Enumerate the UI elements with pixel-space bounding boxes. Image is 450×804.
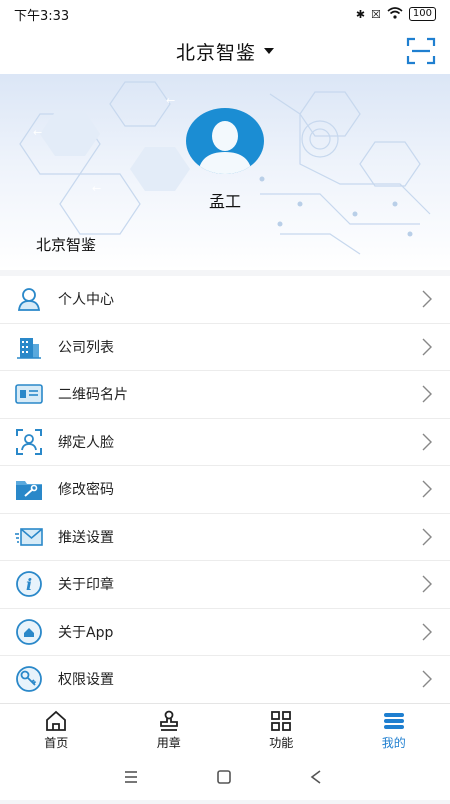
- svg-text:←: ←: [33, 126, 42, 139]
- wifi-icon: [387, 7, 403, 22]
- status-icons: ✱ ☒ 100: [356, 7, 436, 22]
- menu-item-label: 推送设置: [58, 527, 114, 547]
- building-icon: [14, 333, 44, 361]
- menu-item-about-app[interactable]: 关于App: [0, 609, 450, 657]
- page-title: 北京智鉴: [176, 38, 256, 65]
- menu-item-label: 二维码名片: [58, 384, 128, 404]
- card-icon: [14, 380, 44, 408]
- tab-label: 我的: [382, 734, 406, 751]
- menu-item-label: 修改密码: [58, 479, 114, 499]
- tab-label: 首页: [44, 734, 68, 751]
- tab-label: 功能: [269, 734, 293, 751]
- info-icon: i: [14, 570, 44, 598]
- scan-icon[interactable]: [406, 37, 436, 65]
- settings-menu: 个人中心 公司列表 二维码名片 绑定人脸 修改密码 推送设置: [0, 276, 450, 704]
- menu-nav-icon[interactable]: [125, 772, 137, 782]
- folder-key-icon: [14, 475, 44, 503]
- menu-item-company-list[interactable]: 公司列表: [0, 324, 450, 372]
- menu-item-permissions[interactable]: 权限设置: [0, 656, 450, 704]
- status-time: 下午3:33: [14, 5, 69, 24]
- profile-banner: ← ← ← 孟工 北京智鉴: [0, 74, 450, 270]
- chevron-right-icon: [422, 338, 432, 356]
- chevron-right-icon: [422, 433, 432, 451]
- chevron-right-icon: [422, 623, 432, 641]
- tab-mine[interactable]: 我的: [338, 704, 450, 756]
- top-bar: 北京智鉴: [0, 28, 450, 74]
- sim-icon: ☒: [371, 8, 381, 21]
- menu-item-label: 绑定人脸: [58, 432, 114, 452]
- company-switcher[interactable]: 北京智鉴: [176, 38, 274, 65]
- menu-item-about-seal[interactable]: i 关于印章: [0, 561, 450, 609]
- home-icon: [44, 710, 68, 732]
- menu-item-label: 关于印章: [58, 574, 114, 594]
- menu-item-label: 权限设置: [58, 669, 114, 689]
- user-icon: [14, 285, 44, 313]
- home-circle-icon: [14, 618, 44, 646]
- tab-stamp[interactable]: 用章: [113, 704, 226, 756]
- user-silhouette-icon: [186, 108, 264, 174]
- chevron-right-icon: [422, 385, 432, 403]
- menu-item-qr-card[interactable]: 二维码名片: [0, 371, 450, 419]
- bluetooth-icon: ✱: [356, 8, 365, 21]
- battery-indicator: 100: [409, 7, 436, 21]
- stamp-icon: [157, 710, 181, 732]
- tab-label: 用章: [157, 734, 181, 751]
- chevron-right-icon: [422, 290, 432, 308]
- user-name: 孟工: [0, 188, 450, 212]
- tab-home[interactable]: 首页: [0, 704, 113, 756]
- system-navigation-bar: [0, 755, 450, 800]
- company-name: 北京智鉴: [36, 234, 96, 255]
- menu-item-label: 关于App: [58, 622, 113, 642]
- menu-item-label: 公司列表: [58, 337, 114, 357]
- chevron-right-icon: [422, 670, 432, 688]
- home-nav-icon[interactable]: [218, 771, 230, 783]
- chevron-right-icon: [422, 575, 432, 593]
- chevron-right-icon: [422, 528, 432, 546]
- svg-text:i: i: [26, 575, 32, 594]
- profile-icon: [382, 710, 406, 732]
- menu-item-profile[interactable]: 个人中心: [0, 276, 450, 324]
- back-nav-icon[interactable]: [312, 771, 320, 783]
- avatar[interactable]: [186, 108, 264, 174]
- svg-text:←: ←: [166, 94, 175, 107]
- chevron-right-icon: [422, 480, 432, 498]
- chevron-down-icon: [264, 48, 274, 54]
- face-icon: [14, 428, 44, 456]
- mail-icon: [14, 523, 44, 551]
- tab-functions[interactable]: 功能: [225, 704, 338, 756]
- bottom-tab-bar: 首页 用章 功能 我的: [0, 703, 450, 756]
- grid-icon: [269, 710, 293, 732]
- status-bar: 下午3:33 ✱ ☒ 100: [0, 0, 450, 28]
- menu-item-bind-face[interactable]: 绑定人脸: [0, 419, 450, 467]
- menu-item-push-settings[interactable]: 推送设置: [0, 514, 450, 562]
- key-icon: [14, 665, 44, 693]
- menu-item-change-password[interactable]: 修改密码: [0, 466, 450, 514]
- menu-item-label: 个人中心: [58, 289, 114, 309]
